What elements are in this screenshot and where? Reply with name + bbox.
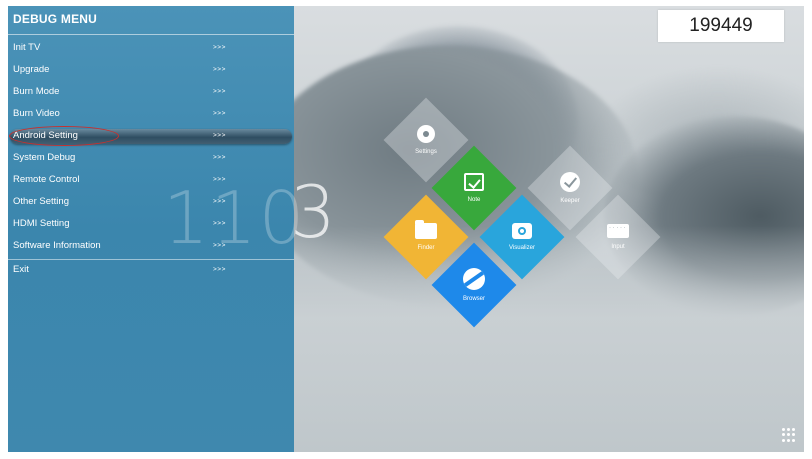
note-icon — [464, 173, 484, 191]
clock-visible: 3 — [290, 170, 336, 254]
tile-label: Browser — [462, 296, 485, 302]
menu-item-label: Upgrade — [13, 64, 50, 75]
menu-item-arrow: >>> — [213, 110, 226, 117]
menu-item-label: Remote Control — [13, 174, 80, 185]
menu-item-burn-mode[interactable]: Burn Mode >>> — [8, 82, 294, 104]
red-annotation-circle — [9, 126, 119, 146]
menu-item-system-debug[interactable]: System Debug >>> — [8, 148, 294, 170]
menu-item-other-setting[interactable]: Other Setting >>> — [8, 192, 294, 214]
tile-input[interactable]: Input — [575, 194, 661, 280]
gear-icon — [417, 125, 435, 143]
keyboard-icon — [607, 224, 629, 238]
code-display: 199449 — [689, 15, 753, 36]
tile-label: Input — [611, 244, 625, 250]
code-display-box: 199449 — [658, 10, 784, 42]
menu-item-label: Burn Video — [13, 108, 60, 119]
folder-icon — [415, 223, 437, 239]
menu-item-label: Software Information — [13, 240, 101, 251]
tile-browser[interactable]: Browser — [431, 242, 517, 328]
menu-item-label: Exit — [13, 264, 29, 275]
planet-icon — [463, 268, 485, 290]
keeper-icon — [560, 172, 580, 192]
menu-item-label: System Debug — [13, 152, 76, 163]
tile-label: Visualizer — [509, 245, 535, 251]
tile-label: Note — [467, 197, 481, 203]
tile-label: Finder — [417, 245, 435, 251]
menu-item-arrow: >>> — [213, 198, 226, 205]
menu-item-label: Burn Mode — [13, 86, 60, 97]
menu-item-remote-control[interactable]: Remote Control >>> — [8, 170, 294, 192]
menu-item-hdmi-setting[interactable]: HDMI Setting >>> — [8, 214, 294, 236]
menu-item-arrow: >>> — [213, 88, 226, 95]
tile-label: Keeper — [560, 198, 580, 204]
menu-item-upgrade[interactable]: Upgrade >>> — [8, 60, 294, 82]
title-divider — [8, 34, 294, 35]
menu-item-android-setting[interactable]: Android Setting >>> — [8, 126, 294, 148]
apps-grid-icon[interactable] — [782, 428, 796, 442]
menu-item-label: Other Setting — [13, 196, 69, 207]
debug-menu-list: Init TV >>> Upgrade >>> Burn Mode >>> Bu… — [8, 38, 294, 282]
menu-item-label: HDMI Setting — [13, 218, 70, 229]
camera-icon — [512, 223, 532, 239]
menu-item-label: Init TV — [13, 42, 41, 53]
menu-divider — [8, 259, 294, 260]
tile-label: Settings — [415, 149, 437, 155]
menu-item-arrow: >>> — [213, 132, 226, 139]
menu-item-exit[interactable]: Exit >>> — [8, 259, 294, 282]
debug-menu-title: DEBUG MENU — [13, 12, 98, 26]
debug-menu-panel: DEBUG MENU 110 Init TV >>> Upgrade >>> B… — [8, 6, 304, 452]
menu-item-arrow: >>> — [213, 154, 226, 161]
menu-item-software-information[interactable]: Software Information >>> — [8, 236, 294, 258]
menu-item-init-tv[interactable]: Init TV >>> — [8, 38, 294, 60]
menu-item-arrow: >>> — [213, 266, 226, 273]
menu-item-arrow: >>> — [213, 242, 226, 249]
menu-item-arrow: >>> — [213, 220, 226, 227]
menu-item-arrow: >>> — [213, 44, 226, 51]
menu-item-burn-video[interactable]: Burn Video >>> — [8, 104, 294, 126]
menu-item-arrow: >>> — [213, 66, 226, 73]
menu-item-arrow: >>> — [213, 176, 226, 183]
